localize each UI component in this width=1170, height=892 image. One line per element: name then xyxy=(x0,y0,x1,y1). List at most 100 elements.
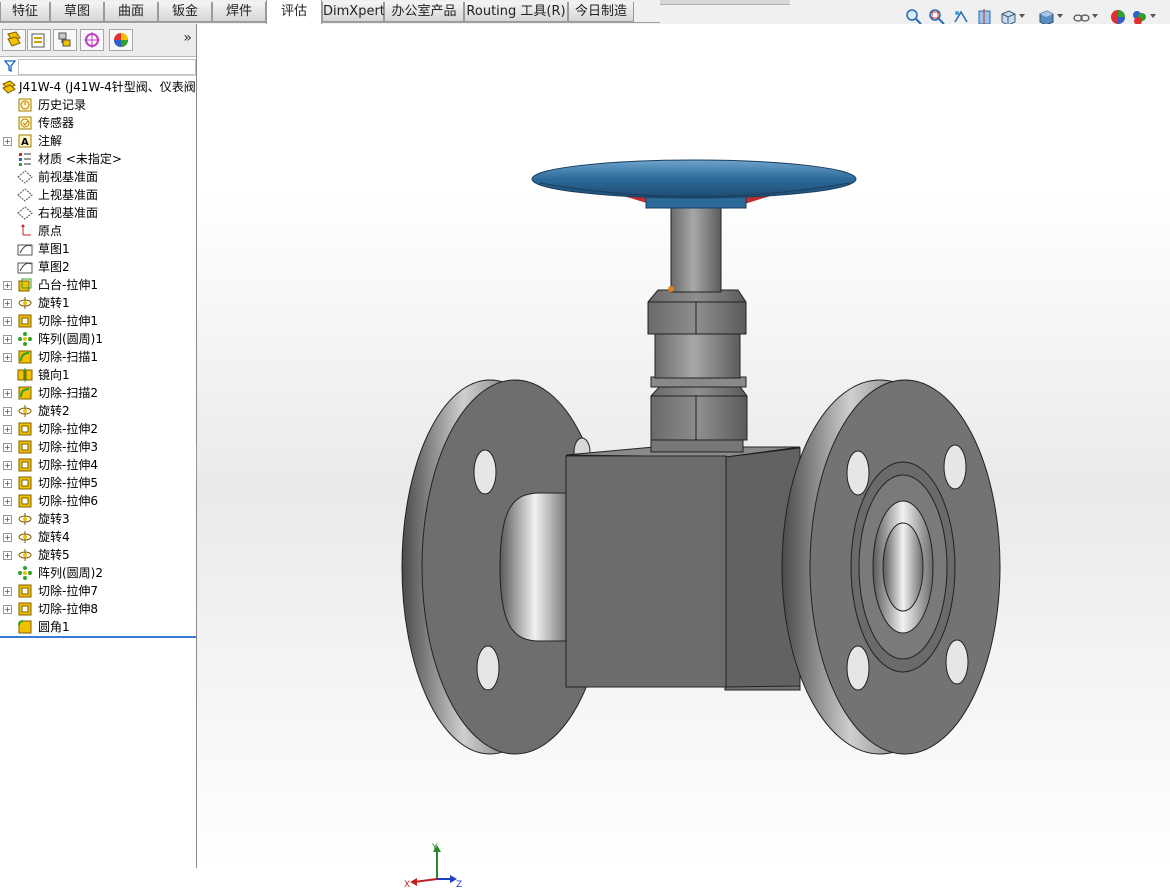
tree-item-label: 切除-拉伸3 xyxy=(38,440,98,454)
tree-item[interactable]: + 凸台-拉伸1 xyxy=(0,276,196,294)
tab-3[interactable]: 钣金 xyxy=(158,2,212,22)
tree-item[interactable]: 圆角1 xyxy=(0,618,196,636)
tree-item-label: 原点 xyxy=(38,224,63,238)
tree-item[interactable]: + 切除-拉伸8 xyxy=(0,600,196,618)
svg-text:A: A xyxy=(21,137,29,148)
filter-icon[interactable] xyxy=(4,60,16,72)
tree-item-label: 注解 xyxy=(38,134,63,148)
tree-item[interactable]: + 阵列(圆周)1 xyxy=(0,330,196,348)
tree-item-label: 旋转5 xyxy=(38,548,70,562)
tree-expand-toggle[interactable]: + xyxy=(3,425,12,434)
tree-expand-toggle[interactable]: + xyxy=(3,605,12,614)
tree-expand-toggle[interactable]: + xyxy=(3,299,12,308)
tree-item-label: 草图1 xyxy=(38,242,70,256)
property-manager-icon xyxy=(31,33,45,48)
tree-item[interactable]: + 切除-拉伸6 xyxy=(0,492,196,510)
tab-9[interactable]: 今日制造 xyxy=(568,2,634,22)
tab-5[interactable]: 评估 xyxy=(266,0,322,24)
tree-item[interactable]: + 旋转4 xyxy=(0,528,196,546)
tree-item[interactable]: + 旋转5 xyxy=(0,546,196,564)
tab-4[interactable]: 焊件 xyxy=(212,2,266,22)
tree-item[interactable]: 历史记录 xyxy=(0,96,196,114)
rollback-bar[interactable] xyxy=(0,636,196,638)
tree-item[interactable]: 草图1 xyxy=(0,240,196,258)
tree-expand-toggle[interactable]: + xyxy=(3,497,12,506)
display-manager-icon xyxy=(114,33,128,47)
tree-item[interactable]: + 切除-拉伸2 xyxy=(0,420,196,438)
triad-x-label: X xyxy=(404,880,410,890)
tree-expand-toggle[interactable]: + xyxy=(3,407,12,416)
graphics-area[interactable]: Y X Z xyxy=(197,24,1170,890)
tree-item[interactable]: 传感器 xyxy=(0,114,196,132)
tree-item[interactable]: 镜向1 xyxy=(0,366,196,384)
tree-expand-toggle[interactable]: + xyxy=(3,587,12,596)
configuration-manager-tab[interactable] xyxy=(53,29,77,51)
tree-item[interactable]: + 旋转3 xyxy=(0,510,196,528)
expand-panel-button[interactable]: » xyxy=(183,30,192,46)
tree-item[interactable]: 右视基准面 xyxy=(0,204,196,222)
tree-expand-toggle[interactable]: + xyxy=(3,281,12,290)
revolve-icon xyxy=(17,295,33,311)
feature-manager-tab[interactable] xyxy=(2,29,26,51)
chevron-down-icon[interactable] xyxy=(1057,14,1063,18)
boss-extrude-icon xyxy=(17,277,33,293)
tree-item[interactable]: + 切除-拉伸3 xyxy=(0,438,196,456)
chevron-down-icon[interactable] xyxy=(1092,14,1098,18)
tree-expand-toggle[interactable]: + xyxy=(3,461,12,470)
tree-expand-toggle[interactable]: + xyxy=(3,137,12,146)
tree-expand-toggle[interactable]: + xyxy=(3,515,12,524)
tree-item[interactable]: + 切除-扫描2 xyxy=(0,384,196,402)
tree-expand-toggle[interactable]: + xyxy=(3,353,12,362)
tab-1[interactable]: 草图 xyxy=(50,2,104,22)
tree-item[interactable]: 草图2 xyxy=(0,258,196,276)
tab-2[interactable]: 曲面 xyxy=(104,2,158,22)
tree-item-label: 材质 <未指定> xyxy=(38,152,122,166)
tree-item[interactable]: + 切除-拉伸5 xyxy=(0,474,196,492)
tab-6[interactable]: DimXpert xyxy=(322,2,385,22)
tree-expand-toggle[interactable]: + xyxy=(3,479,12,488)
tab-8[interactable]: Routing 工具(R) xyxy=(464,2,568,22)
tree-item[interactable]: 前视基准面 xyxy=(0,168,196,186)
chevron-down-icon[interactable] xyxy=(1019,14,1025,18)
tree-expand-toggle[interactable]: + xyxy=(3,317,12,326)
display-manager-tab[interactable] xyxy=(109,29,133,51)
tree-root-part[interactable]: J41W-4 (J41W-4针型阀、仪表阀 xyxy=(0,78,196,96)
tree-item[interactable]: + 旋转2 xyxy=(0,402,196,420)
tree-expand-toggle[interactable]: + xyxy=(3,551,12,560)
valve-3d-model[interactable] xyxy=(197,24,1170,868)
cut-extrude-icon xyxy=(17,493,33,509)
tree-item[interactable]: 阵列(圆周)2 xyxy=(0,564,196,582)
cut-extrude-icon xyxy=(17,583,33,599)
tab-0[interactable]: 特征 xyxy=(0,2,50,22)
tree-item-label: 切除-拉伸4 xyxy=(38,458,98,472)
tree-expand-toggle[interactable]: + xyxy=(3,533,12,542)
plane-icon xyxy=(17,187,33,203)
property-manager-tab[interactable] xyxy=(27,29,51,51)
tree-item[interactable]: 原点 xyxy=(0,222,196,240)
tree-root-label: J41W-4 (J41W-4针型阀、仪表阀 xyxy=(19,80,196,94)
tree-item[interactable]: 材质 <未指定> xyxy=(0,150,196,168)
history-icon xyxy=(17,97,33,113)
chevron-down-icon[interactable] xyxy=(1150,14,1156,18)
tree-item[interactable]: + 切除-扫描1 xyxy=(0,348,196,366)
tree-item[interactable]: + 切除-拉伸7 xyxy=(0,582,196,600)
tree-item[interactable]: 上视基准面 xyxy=(0,186,196,204)
circular-pattern-icon xyxy=(17,565,33,581)
tree-expand-toggle[interactable]: + xyxy=(3,443,12,452)
tab-7[interactable]: 办公室产品 xyxy=(384,2,464,22)
tree-item[interactable]: + 旋转1 xyxy=(0,294,196,312)
tree-item-label: 旋转3 xyxy=(38,512,70,526)
material-icon xyxy=(17,151,33,167)
tree-item[interactable]: + 切除-拉伸1 xyxy=(0,312,196,330)
tree-item-label: 切除-拉伸6 xyxy=(38,494,98,508)
tree-item-label: 切除-拉伸5 xyxy=(38,476,98,490)
revolve-icon xyxy=(17,547,33,563)
tree-item[interactable]: + 切除-拉伸4 xyxy=(0,456,196,474)
tree-item[interactable]: + A 注解 xyxy=(0,132,196,150)
valve-body xyxy=(565,446,801,688)
dimxpert-manager-tab[interactable] xyxy=(80,29,104,51)
filter-input[interactable] xyxy=(18,59,196,75)
tree-expand-toggle[interactable]: + xyxy=(3,335,12,344)
tree-expand-toggle[interactable]: + xyxy=(3,389,12,398)
part-icon xyxy=(1,79,17,95)
